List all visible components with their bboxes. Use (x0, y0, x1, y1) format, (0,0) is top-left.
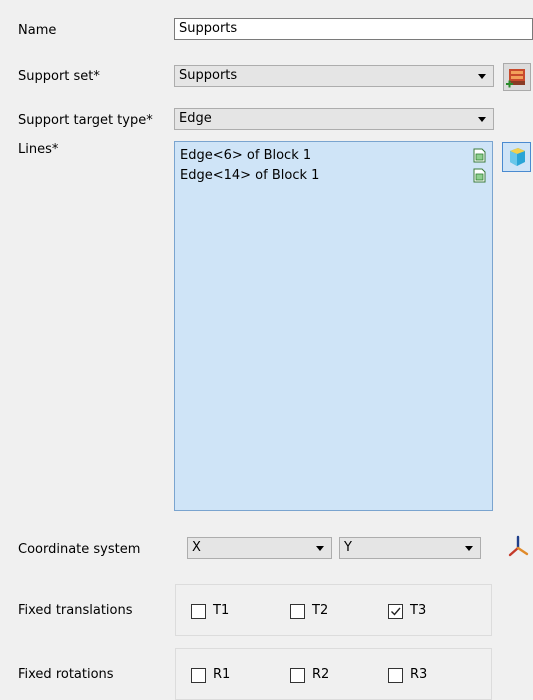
translations-group: T1 T2 T3 (175, 584, 492, 636)
fixed-translations-label: Fixed translations (18, 603, 133, 618)
rotations-group: R1 R2 R3 (175, 648, 492, 700)
coordinate-second-value: Y (344, 540, 352, 555)
r1-label: R1 (213, 667, 231, 682)
r3-label: R3 (410, 667, 428, 682)
t1-checkbox[interactable] (191, 604, 206, 619)
item-document-icon[interactable] (473, 168, 486, 183)
r3-checkbox[interactable] (388, 668, 403, 683)
list-item[interactable]: Edge<14> of Block 1 (180, 168, 319, 184)
name-label: Name (18, 23, 57, 38)
checkmark-icon (391, 607, 401, 616)
target-type-select[interactable]: Edge (174, 108, 494, 130)
t2-label: T2 (312, 603, 329, 618)
coordinate-system-label: Coordinate system (18, 542, 141, 557)
target-type-label: Support target type* (18, 113, 153, 128)
coordinate-second-select[interactable]: Y (339, 537, 481, 559)
add-support-set-icon (503, 63, 531, 91)
r2-label: R2 (312, 667, 330, 682)
item-document-icon[interactable] (473, 148, 486, 163)
chevron-down-icon (465, 546, 473, 551)
target-type-value: Edge (179, 111, 212, 126)
pick-geometry-cube-icon (502, 142, 531, 172)
chevron-down-icon (478, 117, 486, 122)
add-support-set-button[interactable] (503, 63, 531, 91)
t1-label: T1 (213, 603, 230, 618)
chevron-down-icon (316, 546, 324, 551)
pick-lines-button[interactable] (502, 142, 531, 172)
fixed-rotations-label: Fixed rotations (18, 667, 114, 682)
coordinate-first-select[interactable]: X (187, 537, 332, 559)
t2-checkbox[interactable] (290, 604, 305, 619)
t3-label: T3 (410, 603, 427, 618)
support-set-select[interactable]: Supports (174, 65, 494, 87)
name-field[interactable]: Supports (174, 18, 533, 40)
list-item[interactable]: Edge<6> of Block 1 (180, 148, 311, 164)
support-set-value: Supports (179, 68, 238, 83)
chevron-down-icon (478, 74, 486, 79)
coordinate-axes-button[interactable] (503, 531, 533, 561)
coordinate-axes-icon (508, 535, 529, 557)
lines-label: Lines* (18, 142, 59, 157)
coordinate-first-value: X (192, 540, 201, 555)
t3-checkbox[interactable] (388, 604, 403, 619)
r2-checkbox[interactable] (290, 668, 305, 683)
support-set-label: Support set* (18, 69, 100, 84)
lines-list[interactable]: Edge<6> of Block 1 Edge<14> of Block 1 (174, 141, 493, 511)
r1-checkbox[interactable] (191, 668, 206, 683)
